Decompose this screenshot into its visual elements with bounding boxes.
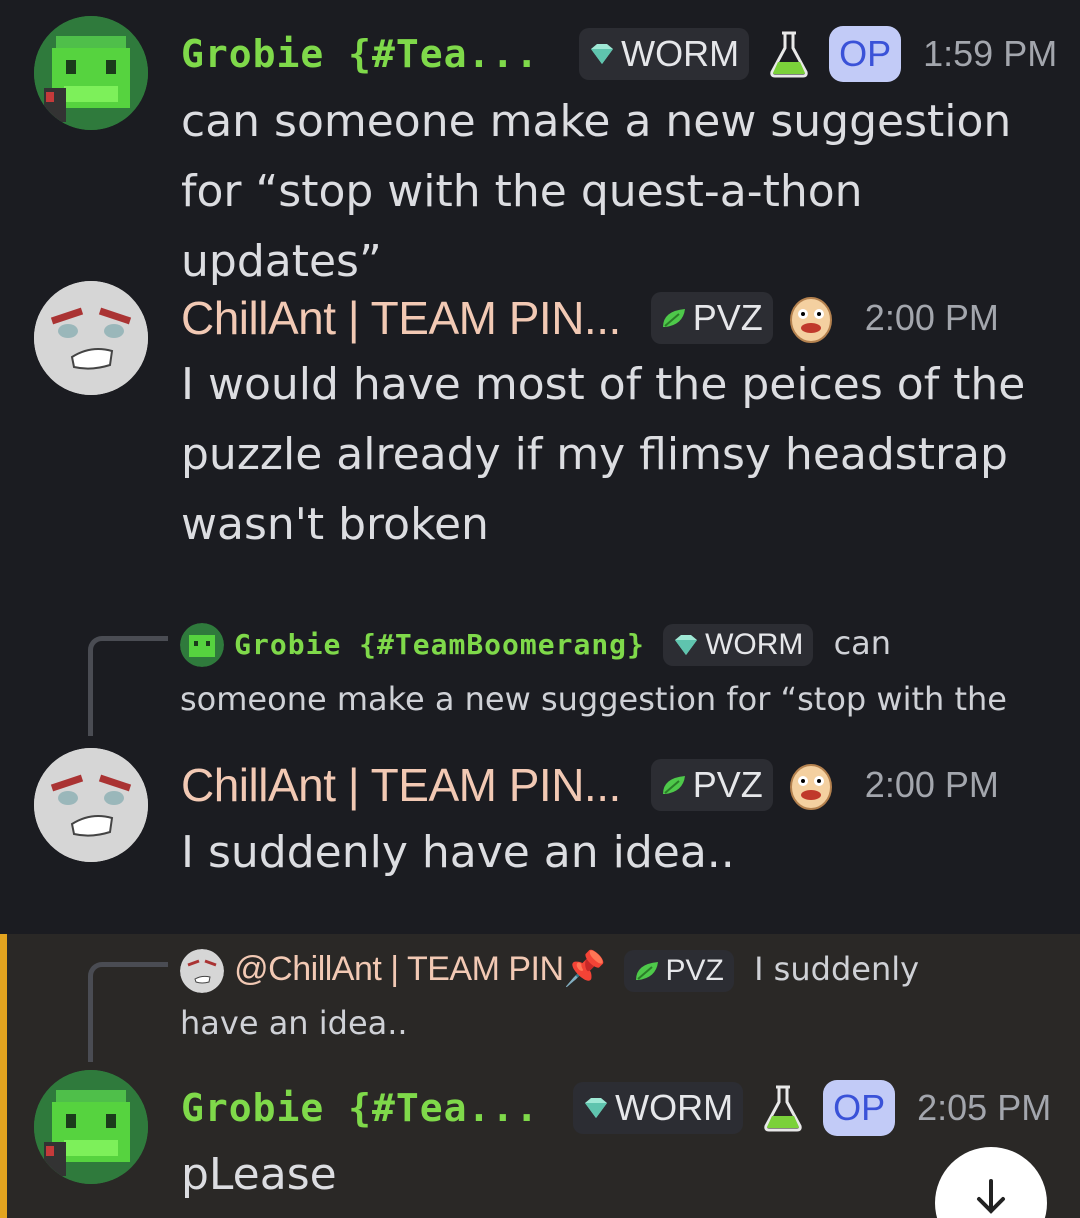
guild-tag-label: PVZ (692, 764, 763, 805)
leaf-icon (635, 962, 658, 980)
timestamp: 2:00 PM (864, 297, 999, 338)
leaf-icon (662, 776, 685, 794)
author-name[interactable]: Grobie {#Tea... (181, 1086, 539, 1130)
timestamp: 1:59 PM (923, 33, 1058, 74)
arrow-down-icon (977, 1179, 1005, 1214)
worm-gem-icon (591, 44, 614, 64)
author-name[interactable]: Grobie {#Tea... (181, 32, 539, 76)
avatar-chillant[interactable] (34, 281, 148, 395)
author-name[interactable]: ChillAnt | TEAM PIN... (181, 758, 621, 812)
reply-preview[interactable]: Grobie {#TeamBoomerang} WORM can someone… (180, 616, 1040, 726)
potato-face-icon (789, 297, 832, 343)
worm-gem-icon (675, 635, 698, 655)
timestamp: 2:05 PM (917, 1087, 1052, 1128)
guild-tag-label: PVZ (692, 297, 763, 338)
worm-gem-icon (585, 1098, 608, 1118)
timestamp: 2:00 PM (864, 764, 999, 805)
reply-author[interactable]: @ChillAnt | TEAM PIN📌 (234, 950, 606, 988)
author-name[interactable]: ChillAnt | TEAM PIN... (181, 291, 621, 345)
guild-tag-label: WORM (615, 1087, 734, 1128)
mention-highlight-bar (0, 934, 7, 1218)
reply-connector (88, 962, 168, 1062)
guild-tag[interactable]: WORM (573, 1082, 744, 1134)
reply-guild-tag: PVZ (623, 950, 734, 992)
reply-author[interactable]: Grobie {#TeamBoomerang} (234, 628, 645, 661)
op-badge: OP (823, 1080, 896, 1136)
leaf-icon (662, 309, 685, 327)
guild-tag[interactable]: PVZ (650, 292, 773, 344)
flask-icon (770, 31, 808, 78)
reply-guild-tag-label: PVZ (665, 954, 724, 987)
reply-guild-tag-label: WORM (705, 628, 804, 661)
message-content: can someone make a new suggestion for “s… (181, 96, 1012, 287)
reply-snippet-rest: someone make a new suggestion for “stop … (180, 680, 1007, 718)
message-content: I would have most of the peices of the p… (181, 359, 1026, 550)
guild-tag[interactable]: PVZ (650, 759, 773, 811)
reply-preview[interactable]: @ChillAnt | TEAM PIN📌 PVZ I suddenly hav… (180, 942, 1040, 1050)
potato-face-icon (789, 764, 832, 810)
reply-connector (88, 636, 168, 736)
avatar-chillant[interactable] (34, 748, 148, 862)
op-badge: OP (829, 26, 902, 82)
reply-snippet-start: can (833, 624, 892, 662)
reply-snippet-rest: have an idea.. (180, 1004, 408, 1042)
reply-snippet-start: I suddenly (754, 950, 920, 988)
reply-avatar (180, 623, 224, 667)
reply-guild-tag: WORM (663, 624, 814, 666)
message-content: I suddenly have an idea.. (181, 827, 735, 878)
guild-tag[interactable]: WORM (579, 28, 750, 80)
message-content: pLease (181, 1149, 337, 1200)
flask-icon (764, 1085, 802, 1132)
avatar-grobie[interactable] (34, 16, 148, 130)
guild-tag-label: WORM (621, 33, 740, 74)
reply-avatar (180, 949, 224, 993)
avatar-grobie[interactable] (34, 1070, 148, 1184)
